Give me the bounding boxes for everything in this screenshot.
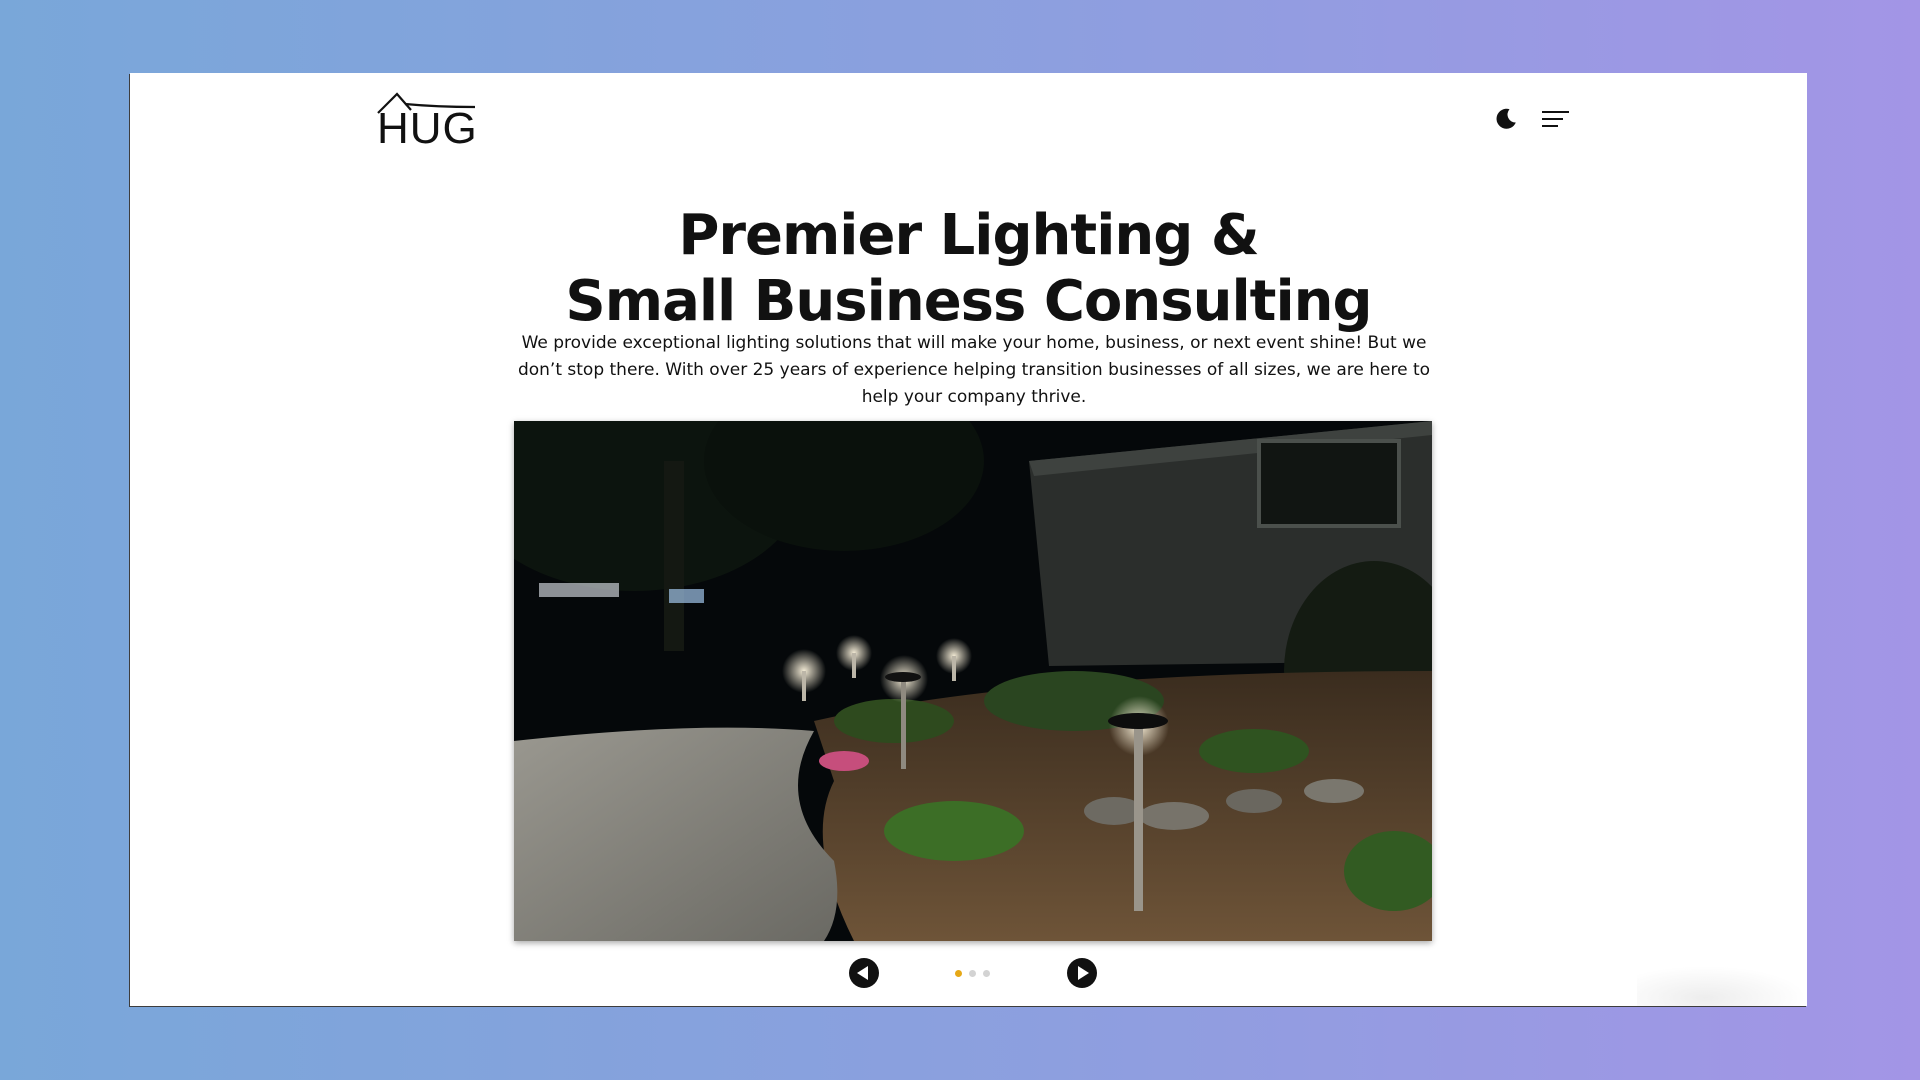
hamburger-menu-icon [1542,111,1569,127]
hero-description: We provide exceptional lighting solution… [517,333,1431,407]
menu-button[interactable] [1542,105,1570,133]
page-title-line-1: Premier Lighting & [678,202,1259,268]
page-title: Premier Lighting & Small Business Consul… [130,203,1807,335]
header-actions [1492,105,1570,133]
carousel-dot-2[interactable] [969,970,976,977]
carousel-next-button[interactable] [1067,958,1097,988]
carousel-slide-image [514,421,1432,941]
carousel-dots [955,970,990,977]
landscape-lighting-photo [514,421,1432,941]
page-title-line-2: Small Business Consulting [565,268,1372,334]
brand-logo[interactable]: HUG [377,81,487,151]
logo-wordmark: HUG [377,104,478,153]
moon-icon [1496,108,1516,129]
theme-toggle-button[interactable] [1492,105,1520,133]
carousel-prev-button[interactable] [849,958,879,988]
carousel-dot-1[interactable] [955,970,962,977]
corner-shadow [1637,966,1807,1006]
browser-window: HUG Premier Lighting & Small Business Co… [130,73,1807,1006]
carousel-controls [130,958,1807,988]
carousel-dot-3[interactable] [983,970,990,977]
